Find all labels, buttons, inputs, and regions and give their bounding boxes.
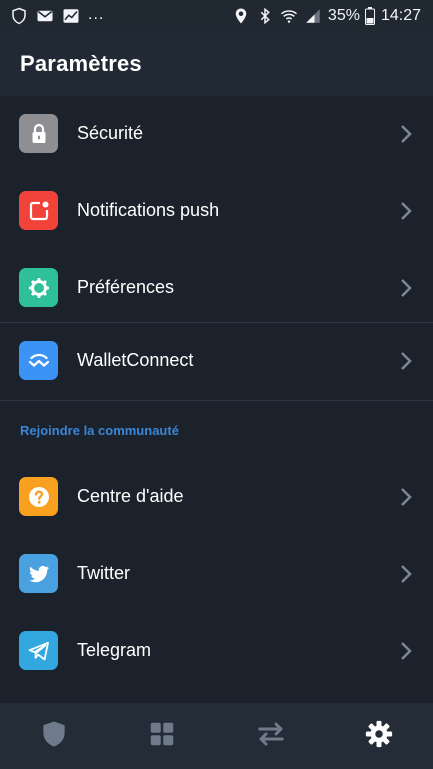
signal-icon: [304, 7, 322, 25]
settings-item-label: Telegram: [77, 640, 152, 660]
mail-icon: [36, 7, 54, 25]
battery-percentage: 35%: [327, 6, 360, 24]
settings-icon: [364, 719, 394, 754]
settings-item-label: WalletConnect: [77, 350, 194, 370]
page-title: Paramètres: [20, 50, 142, 76]
chevron-right-icon: [399, 564, 413, 584]
divider: [0, 400, 433, 401]
bottom-nav: [0, 703, 433, 769]
status-right: 35% 14:27: [232, 6, 421, 25]
settings-item-label: Préférences: [77, 277, 175, 297]
settings-item-walletconnect[interactable]: WalletConnect: [0, 323, 433, 400]
dashboard-icon: [147, 719, 177, 754]
chevron-right-icon: [399, 124, 413, 144]
settings-item-twitter[interactable]: Twitter: [0, 536, 433, 613]
nav-tab-settings[interactable]: [325, 703, 433, 769]
chevron-right-icon: [399, 201, 413, 221]
wifi-icon: [280, 7, 298, 25]
swap-icon: [256, 719, 286, 754]
settings-item-label: Twitter: [77, 563, 131, 583]
bluetooth-icon: [256, 7, 274, 25]
chevron-right-icon: [399, 351, 413, 371]
section-header-community: Rejoindre la communauté: [20, 423, 179, 438]
settings-item-preferences[interactable]: Préférences: [0, 250, 433, 327]
battery-status: 35%: [327, 6, 375, 25]
settings-item-label: Centre d'aide: [77, 486, 184, 506]
lock-icon: [19, 114, 58, 153]
shield-icon: [10, 7, 28, 25]
notification-icon: [19, 191, 58, 230]
twitter-icon: [19, 554, 58, 593]
telegram-icon: [19, 631, 58, 670]
settings-item-notifications[interactable]: Notifications push: [0, 173, 433, 250]
walletconnect-icon: [19, 341, 58, 380]
settings-item-label: Notifications push: [77, 200, 220, 220]
nav-tab-dapps[interactable]: [108, 703, 216, 769]
chevron-right-icon: [399, 487, 413, 507]
settings-item-telegram[interactable]: Telegram: [0, 613, 433, 690]
location-icon: [232, 7, 250, 25]
nav-tab-swap[interactable]: [217, 703, 325, 769]
chevron-right-icon: [399, 278, 413, 298]
nav-tab-wallet[interactable]: [0, 703, 108, 769]
battery-icon: [364, 6, 375, 25]
status-left: ...: [10, 5, 105, 25]
more-notifications-indicator: ...: [88, 5, 105, 23]
app-header: Paramètres: [0, 31, 433, 96]
settings-item-help-center[interactable]: Centre d'aide: [0, 459, 433, 536]
clock: 14:27: [380, 6, 421, 24]
chart-icon: [62, 7, 80, 25]
gear-icon: [19, 268, 58, 307]
shield-icon: [39, 719, 69, 754]
settings-list: Sécurité Notifications push Préférences …: [0, 96, 433, 703]
chevron-right-icon: [399, 641, 413, 661]
settings-item-security[interactable]: Sécurité: [0, 96, 433, 173]
status-bar: ... 35% 14:27: [0, 0, 433, 31]
settings-item-label: Sécurité: [77, 123, 144, 143]
help-icon: [19, 477, 58, 516]
